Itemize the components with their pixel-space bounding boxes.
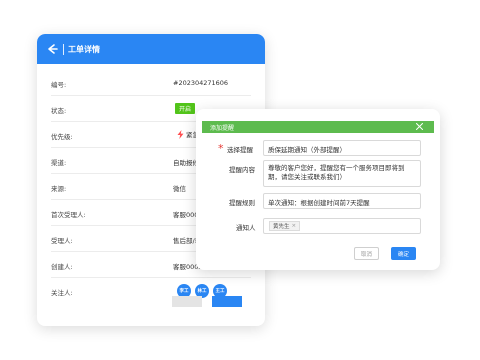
content-textarea[interactable]: 尊敬的客户您好，提醒您有一个服务项目即将到期，请您关注或联系我们） xyxy=(263,160,421,187)
reminder-select[interactable]: 质保延期通知（外部提醒） xyxy=(263,140,421,156)
field-label: 首次受理人: xyxy=(51,211,86,219)
field-label: 创建人: xyxy=(51,263,73,271)
field-label: 渠道: xyxy=(51,159,67,167)
field-value-source: 微信 xyxy=(173,185,186,193)
secondary-button[interactable] xyxy=(172,296,202,307)
select-label: 选择提醒 xyxy=(227,146,253,154)
cancel-button[interactable]: 取消 xyxy=(354,247,379,260)
content-label: 提醒内容 xyxy=(229,166,255,174)
field-label: 受理人: xyxy=(51,237,73,245)
close-icon[interactable] xyxy=(415,122,424,131)
field-value-number: #202304271606 xyxy=(173,79,229,87)
rule-select[interactable]: 单次通知：根据创建时间前7天提醒 xyxy=(263,193,421,209)
field-label: 来源: xyxy=(51,185,67,193)
status-badge: 开启 xyxy=(175,103,196,114)
dialog-header: 添加提醒 xyxy=(202,121,434,133)
tag-close-icon[interactable]: × xyxy=(292,223,297,229)
add-reminder-dialog: 添加提醒 * 选择提醒 质保延期通知（外部提醒） 提醒内容 尊敬的客户您好，提醒… xyxy=(196,109,440,270)
notify-label: 通知人 xyxy=(236,224,256,232)
primary-button[interactable] xyxy=(212,296,242,307)
card-header: 工单详情 xyxy=(37,34,265,64)
page-title: 工单详情 xyxy=(68,44,100,54)
rule-label: 提醒规则 xyxy=(229,199,255,207)
header-divider xyxy=(63,43,64,55)
field-label: 关注人: xyxy=(51,289,73,297)
dialog-title: 添加提醒 xyxy=(210,124,235,132)
arrow-left-icon[interactable] xyxy=(45,42,59,56)
field-row-number: 编号: #202304271606 xyxy=(51,70,251,96)
required-star: * xyxy=(218,142,224,155)
notify-tag[interactable]: 黄先生 × xyxy=(269,221,301,231)
notify-tag-label: 黄先生 xyxy=(273,224,290,230)
lightning-icon xyxy=(177,129,184,139)
confirm-button[interactable]: 确定 xyxy=(391,247,416,260)
field-label: 状态: xyxy=(51,107,67,115)
field-label: 编号: xyxy=(51,81,67,89)
field-label: 优先级: xyxy=(51,133,73,141)
